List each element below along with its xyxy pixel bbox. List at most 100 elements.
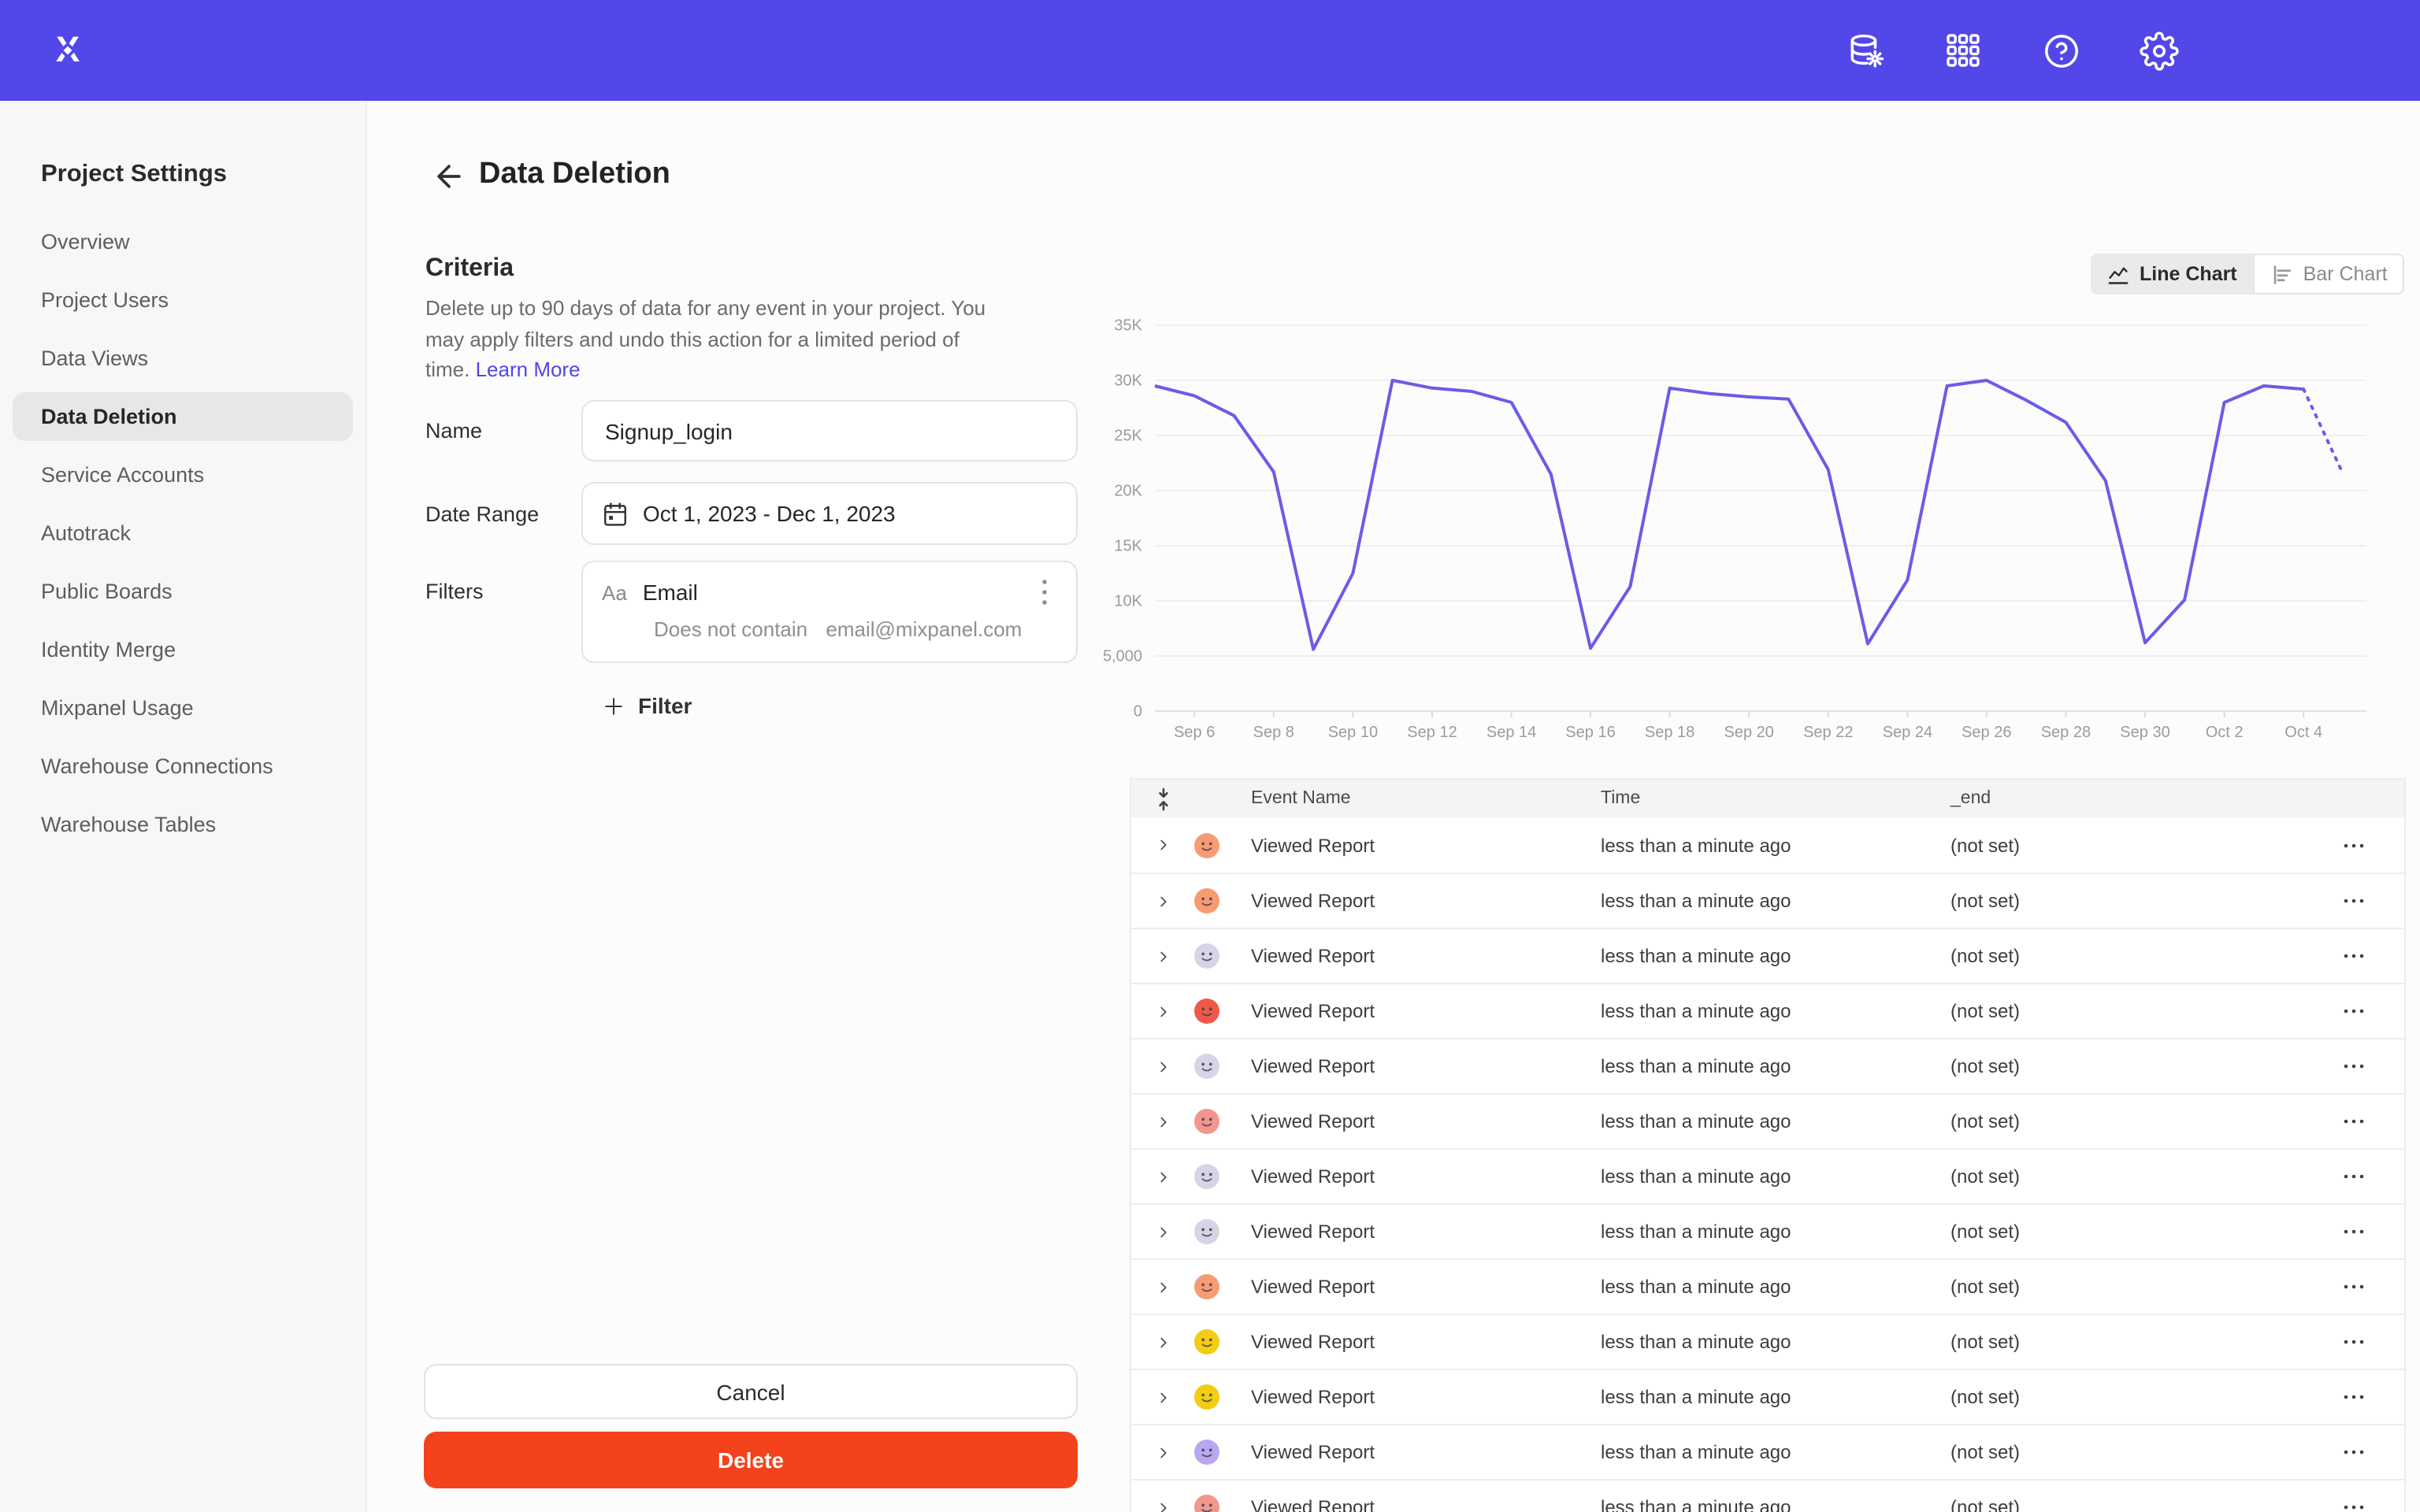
user-avatar bbox=[1194, 1219, 1251, 1244]
svg-text:Sep 30: Sep 30 bbox=[2120, 724, 2169, 741]
end-cell: (not set) bbox=[1950, 834, 2244, 856]
row-menu-button[interactable] bbox=[2244, 1228, 2404, 1235]
page-title: Data Deletion bbox=[479, 158, 670, 192]
col-header-end[interactable]: _end bbox=[1950, 789, 2244, 808]
row-menu-button[interactable] bbox=[2244, 1284, 2404, 1290]
cancel-button[interactable]: Cancel bbox=[424, 1364, 1078, 1419]
row-expand-chevron-icon[interactable] bbox=[1131, 836, 1194, 854]
svg-text:Sep 18: Sep 18 bbox=[1645, 724, 1694, 741]
sidebar-item-warehouse-tables[interactable]: Warehouse Tables bbox=[13, 800, 353, 849]
event-name-cell: Viewed Report bbox=[1251, 1000, 1601, 1022]
top-navigation-bar: X bbox=[0, 0, 2420, 101]
avatar-face-icon bbox=[1194, 1109, 1219, 1134]
apps-grid-icon[interactable] bbox=[1941, 28, 1985, 72]
sidebar-item-mixpanel-usage[interactable]: Mixpanel Usage bbox=[13, 684, 353, 732]
row-expand-chevron-icon[interactable] bbox=[1131, 1333, 1194, 1351]
end-cell: (not set) bbox=[1950, 945, 2244, 967]
time-cell: less than a minute ago bbox=[1601, 1055, 1950, 1077]
row-expand-chevron-icon[interactable] bbox=[1131, 1058, 1194, 1075]
svg-text:5,000: 5,000 bbox=[1103, 647, 1142, 665]
time-cell: less than a minute ago bbox=[1601, 1110, 1950, 1132]
row-expand-chevron-icon[interactable] bbox=[1131, 947, 1194, 965]
table-row: Viewed Reportless than a minute ago(not … bbox=[1131, 1424, 2404, 1479]
sidebar-item-data-views[interactable]: Data Views bbox=[13, 334, 353, 383]
row-menu-button[interactable] bbox=[2244, 1339, 2404, 1345]
user-avatar bbox=[1194, 832, 1251, 858]
row-expand-chevron-icon[interactable] bbox=[1131, 892, 1194, 910]
row-menu-button[interactable] bbox=[2244, 1063, 2404, 1069]
row-menu-button[interactable] bbox=[2244, 1449, 2404, 1455]
end-cell: (not set) bbox=[1950, 1496, 2244, 1512]
delete-button[interactable]: Delete bbox=[424, 1432, 1078, 1488]
svg-text:Sep 12: Sep 12 bbox=[1407, 724, 1457, 741]
row-menu-button[interactable] bbox=[2244, 898, 2404, 904]
svg-text:25K: 25K bbox=[1114, 427, 1142, 444]
filters-field-label: Filters bbox=[425, 580, 484, 603]
user-avatar bbox=[1194, 1164, 1251, 1189]
row-expand-chevron-icon[interactable] bbox=[1131, 1002, 1194, 1020]
bar-chart-toggle-button[interactable]: Bar Chart bbox=[2253, 254, 2405, 295]
sidebar-item-warehouse-connections[interactable]: Warehouse Connections bbox=[13, 742, 353, 791]
row-menu-button[interactable] bbox=[2244, 1173, 2404, 1180]
swap-vertical-icon[interactable] bbox=[1131, 787, 1194, 810]
table-row: Viewed Reportless than a minute ago(not … bbox=[1131, 1258, 2404, 1314]
settings-icon[interactable] bbox=[2136, 28, 2181, 72]
learn-more-link[interactable]: Learn More bbox=[476, 358, 581, 381]
bar-chart-icon bbox=[2270, 262, 2294, 286]
topbar-icon-group bbox=[1843, 28, 2181, 72]
event-name-cell: Viewed Report bbox=[1251, 1496, 1601, 1512]
line-chart-icon bbox=[2106, 262, 2130, 286]
filter-card[interactable]: Aa Email Does not contain email@mixpanel… bbox=[581, 561, 1078, 663]
add-filter-button[interactable]: Filter bbox=[603, 693, 692, 718]
user-avatar bbox=[1194, 943, 1251, 969]
avatar-face-icon bbox=[1194, 943, 1219, 969]
sidebar-item-identity-merge[interactable]: Identity Merge bbox=[13, 625, 353, 674]
avatar-face-icon bbox=[1194, 1440, 1219, 1465]
table-row: Viewed Reportless than a minute ago(not … bbox=[1131, 1093, 2404, 1148]
row-expand-chevron-icon[interactable] bbox=[1131, 1168, 1194, 1185]
date-range-picker[interactable]: Oct 1, 2023 - Dec 1, 2023 bbox=[581, 482, 1078, 545]
sidebar-item-autotrack[interactable]: Autotrack bbox=[13, 509, 353, 558]
event-name-cell: Viewed Report bbox=[1251, 1221, 1601, 1243]
svg-text:10K: 10K bbox=[1114, 592, 1142, 610]
line-chart-toggle-button[interactable]: Line Chart bbox=[2091, 254, 2253, 295]
svg-text:20K: 20K bbox=[1114, 482, 1142, 499]
row-menu-button[interactable] bbox=[2244, 1504, 2404, 1510]
col-header-event-name[interactable]: Event Name bbox=[1251, 789, 1601, 808]
row-expand-chevron-icon[interactable] bbox=[1131, 1113, 1194, 1130]
user-avatar bbox=[1194, 1440, 1251, 1465]
filter-menu-button[interactable] bbox=[1032, 578, 1057, 606]
name-input[interactable] bbox=[581, 400, 1078, 461]
row-menu-button[interactable] bbox=[2244, 1394, 2404, 1400]
user-avatar bbox=[1194, 1274, 1251, 1299]
sidebar-item-overview[interactable]: Overview bbox=[13, 217, 353, 266]
criteria-description: Delete up to 90 days of data for any eve… bbox=[425, 293, 993, 385]
row-expand-chevron-icon[interactable] bbox=[1131, 1388, 1194, 1406]
row-menu-button[interactable] bbox=[2244, 842, 2404, 848]
string-type-icon: Aa bbox=[602, 580, 627, 604]
time-cell: less than a minute ago bbox=[1601, 1000, 1950, 1022]
row-menu-button[interactable] bbox=[2244, 1118, 2404, 1125]
sidebar-item-project-users[interactable]: Project Users bbox=[13, 276, 353, 324]
row-expand-chevron-icon[interactable] bbox=[1131, 1443, 1194, 1461]
row-expand-chevron-icon[interactable] bbox=[1131, 1223, 1194, 1240]
svg-text:Sep 20: Sep 20 bbox=[1724, 724, 1774, 741]
svg-text:Oct 4: Oct 4 bbox=[2285, 724, 2322, 741]
sidebar-item-service-accounts[interactable]: Service Accounts bbox=[13, 450, 353, 499]
row-menu-button[interactable] bbox=[2244, 1008, 2404, 1014]
event-name-cell: Viewed Report bbox=[1251, 945, 1601, 967]
avatar-face-icon bbox=[1194, 1219, 1219, 1244]
row-expand-chevron-icon[interactable] bbox=[1131, 1499, 1194, 1512]
sidebar-item-data-deletion[interactable]: Data Deletion bbox=[13, 392, 353, 441]
back-button[interactable] bbox=[432, 159, 466, 194]
mixpanel-logo-icon[interactable]: X bbox=[47, 30, 88, 71]
row-menu-button[interactable] bbox=[2244, 953, 2404, 959]
data-deletion-page: X bbox=[0, 0, 2420, 1512]
col-header-time[interactable]: Time bbox=[1601, 789, 1950, 808]
sidebar-item-public-boards[interactable]: Public Boards bbox=[13, 567, 353, 616]
row-expand-chevron-icon[interactable] bbox=[1131, 1278, 1194, 1295]
table-row: Viewed Reportless than a minute ago(not … bbox=[1131, 928, 2404, 983]
add-filter-label: Filter bbox=[638, 693, 692, 718]
help-icon[interactable] bbox=[2039, 28, 2083, 72]
data-management-icon[interactable] bbox=[1843, 28, 1887, 72]
